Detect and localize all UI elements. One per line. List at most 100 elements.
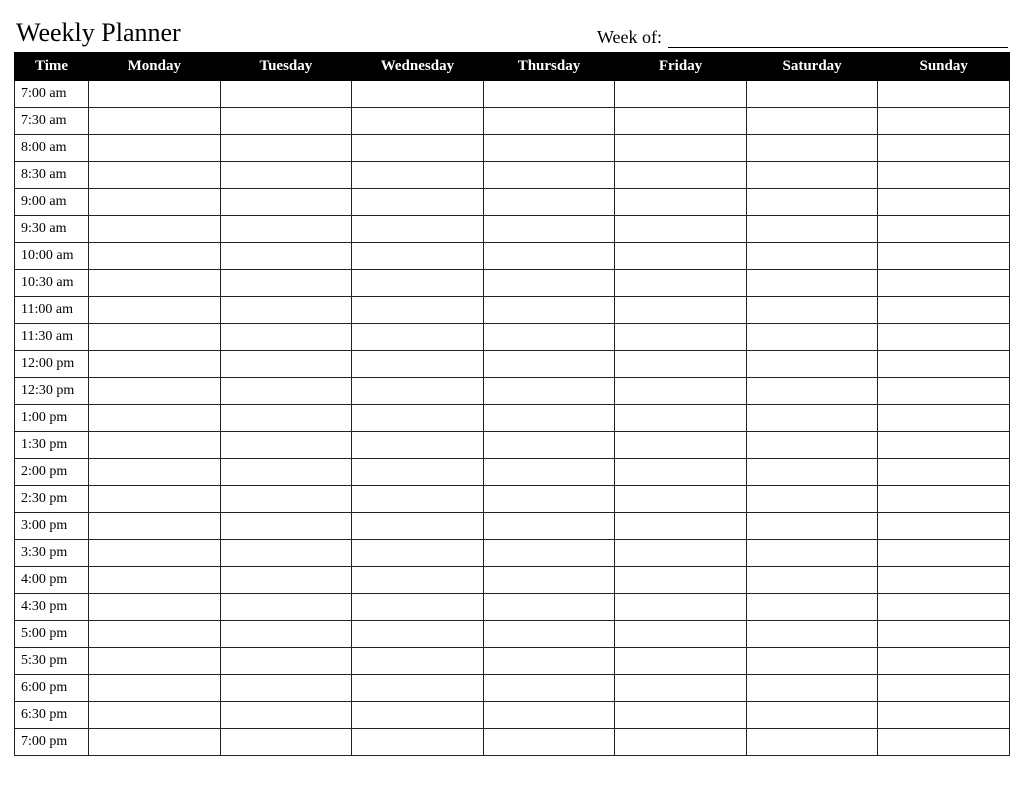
slot-cell[interactable]: [352, 324, 484, 351]
slot-cell[interactable]: [483, 405, 615, 432]
slot-cell[interactable]: [89, 540, 221, 567]
slot-cell[interactable]: [220, 270, 352, 297]
slot-cell[interactable]: [746, 702, 878, 729]
slot-cell[interactable]: [220, 216, 352, 243]
slot-cell[interactable]: [483, 567, 615, 594]
slot-cell[interactable]: [220, 648, 352, 675]
slot-cell[interactable]: [220, 189, 352, 216]
slot-cell[interactable]: [615, 324, 747, 351]
slot-cell[interactable]: [220, 135, 352, 162]
slot-cell[interactable]: [89, 513, 221, 540]
slot-cell[interactable]: [352, 702, 484, 729]
slot-cell[interactable]: [615, 594, 747, 621]
slot-cell[interactable]: [220, 243, 352, 270]
slot-cell[interactable]: [220, 621, 352, 648]
slot-cell[interactable]: [615, 162, 747, 189]
slot-cell[interactable]: [483, 513, 615, 540]
slot-cell[interactable]: [89, 405, 221, 432]
slot-cell[interactable]: [352, 351, 484, 378]
slot-cell[interactable]: [352, 216, 484, 243]
slot-cell[interactable]: [220, 513, 352, 540]
slot-cell[interactable]: [352, 648, 484, 675]
slot-cell[interactable]: [352, 243, 484, 270]
slot-cell[interactable]: [878, 189, 1010, 216]
slot-cell[interactable]: [352, 405, 484, 432]
slot-cell[interactable]: [352, 513, 484, 540]
slot-cell[interactable]: [89, 432, 221, 459]
slot-cell[interactable]: [89, 270, 221, 297]
slot-cell[interactable]: [878, 135, 1010, 162]
slot-cell[interactable]: [878, 567, 1010, 594]
slot-cell[interactable]: [220, 405, 352, 432]
slot-cell[interactable]: [220, 324, 352, 351]
slot-cell[interactable]: [615, 189, 747, 216]
slot-cell[interactable]: [352, 108, 484, 135]
slot-cell[interactable]: [352, 432, 484, 459]
slot-cell[interactable]: [615, 135, 747, 162]
slot-cell[interactable]: [483, 432, 615, 459]
slot-cell[interactable]: [878, 513, 1010, 540]
slot-cell[interactable]: [352, 297, 484, 324]
slot-cell[interactable]: [615, 270, 747, 297]
slot-cell[interactable]: [220, 594, 352, 621]
slot-cell[interactable]: [89, 135, 221, 162]
slot-cell[interactable]: [746, 108, 878, 135]
slot-cell[interactable]: [878, 648, 1010, 675]
slot-cell[interactable]: [483, 324, 615, 351]
slot-cell[interactable]: [483, 729, 615, 756]
slot-cell[interactable]: [89, 702, 221, 729]
slot-cell[interactable]: [483, 216, 615, 243]
slot-cell[interactable]: [746, 648, 878, 675]
slot-cell[interactable]: [615, 432, 747, 459]
slot-cell[interactable]: [89, 189, 221, 216]
slot-cell[interactable]: [615, 621, 747, 648]
slot-cell[interactable]: [352, 459, 484, 486]
slot-cell[interactable]: [878, 729, 1010, 756]
slot-cell[interactable]: [746, 243, 878, 270]
slot-cell[interactable]: [746, 675, 878, 702]
slot-cell[interactable]: [878, 324, 1010, 351]
slot-cell[interactable]: [746, 216, 878, 243]
slot-cell[interactable]: [220, 675, 352, 702]
slot-cell[interactable]: [615, 81, 747, 108]
slot-cell[interactable]: [89, 621, 221, 648]
slot-cell[interactable]: [615, 702, 747, 729]
slot-cell[interactable]: [878, 108, 1010, 135]
slot-cell[interactable]: [352, 594, 484, 621]
slot-cell[interactable]: [89, 675, 221, 702]
slot-cell[interactable]: [483, 540, 615, 567]
slot-cell[interactable]: [352, 270, 484, 297]
slot-cell[interactable]: [483, 351, 615, 378]
slot-cell[interactable]: [89, 216, 221, 243]
slot-cell[interactable]: [352, 729, 484, 756]
slot-cell[interactable]: [615, 540, 747, 567]
slot-cell[interactable]: [483, 621, 615, 648]
slot-cell[interactable]: [615, 729, 747, 756]
slot-cell[interactable]: [746, 351, 878, 378]
slot-cell[interactable]: [878, 297, 1010, 324]
slot-cell[interactable]: [878, 675, 1010, 702]
slot-cell[interactable]: [483, 270, 615, 297]
slot-cell[interactable]: [746, 459, 878, 486]
slot-cell[interactable]: [746, 81, 878, 108]
slot-cell[interactable]: [878, 351, 1010, 378]
slot-cell[interactable]: [220, 729, 352, 756]
slot-cell[interactable]: [483, 378, 615, 405]
slot-cell[interactable]: [483, 135, 615, 162]
slot-cell[interactable]: [89, 459, 221, 486]
slot-cell[interactable]: [878, 459, 1010, 486]
slot-cell[interactable]: [220, 351, 352, 378]
slot-cell[interactable]: [878, 702, 1010, 729]
slot-cell[interactable]: [352, 135, 484, 162]
slot-cell[interactable]: [878, 81, 1010, 108]
slot-cell[interactable]: [89, 162, 221, 189]
slot-cell[interactable]: [483, 594, 615, 621]
slot-cell[interactable]: [352, 162, 484, 189]
slot-cell[interactable]: [878, 621, 1010, 648]
slot-cell[interactable]: [220, 162, 352, 189]
slot-cell[interactable]: [878, 243, 1010, 270]
slot-cell[interactable]: [220, 432, 352, 459]
slot-cell[interactable]: [483, 189, 615, 216]
slot-cell[interactable]: [89, 729, 221, 756]
slot-cell[interactable]: [615, 486, 747, 513]
